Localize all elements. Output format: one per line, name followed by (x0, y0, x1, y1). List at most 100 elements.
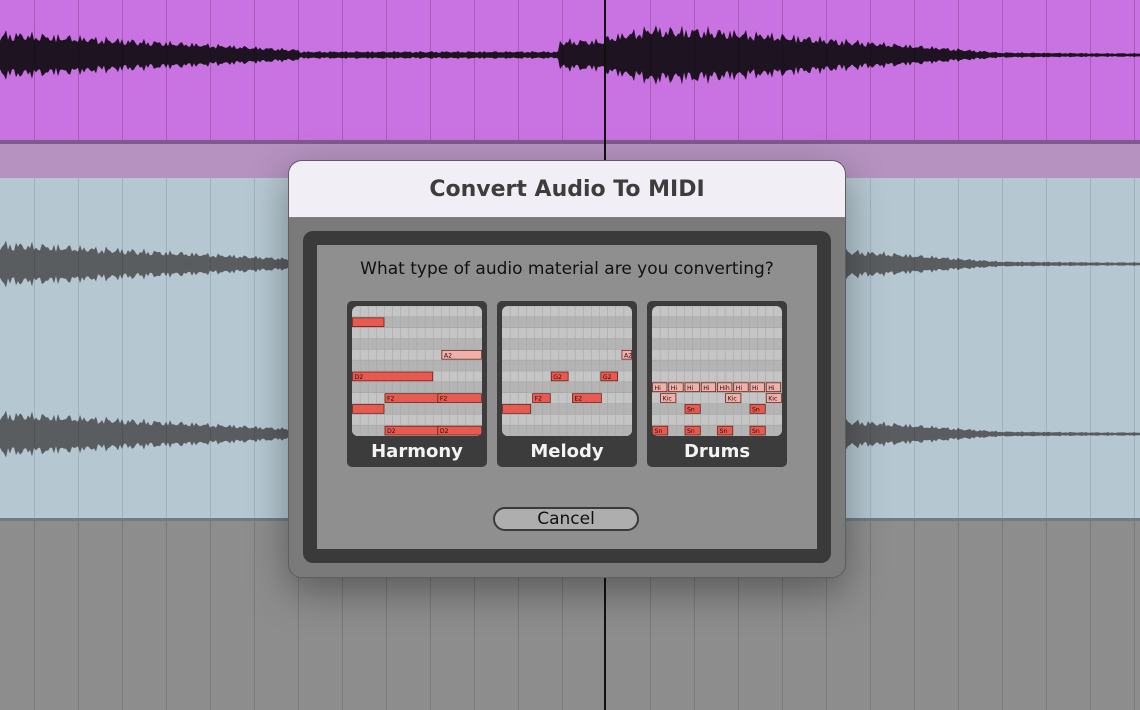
midi-note: Sn (749, 404, 766, 414)
svg-text:Sn: Sn (655, 428, 663, 435)
grid-line (254, 178, 255, 520)
grid-line (958, 178, 959, 520)
grid-line (1134, 521, 1135, 710)
grid-line (1002, 0, 1003, 140)
svg-text:Kic: Kic (663, 396, 673, 403)
svg-text:Kic: Kic (728, 396, 738, 403)
midi-note: Hi (733, 382, 749, 393)
melody-option-button[interactable]: A2 G2 G2 F2 E2 Melody (497, 301, 637, 467)
midi-note: Hi (668, 382, 684, 393)
svg-text:D2: D2 (440, 428, 449, 435)
midi-note: G2 (600, 371, 619, 382)
grid-line (34, 521, 35, 710)
grid-line (1134, 0, 1135, 140)
midi-note: F2 (532, 393, 551, 403)
midi-note: D2 (352, 371, 434, 382)
svg-text:Hi: Hi (736, 385, 743, 392)
svg-text:F2: F2 (387, 396, 395, 403)
grid-line (914, 0, 915, 140)
midi-note: Sn (684, 404, 701, 414)
grid-line (1090, 0, 1091, 140)
grid-line (166, 178, 167, 520)
melody-label: Melody (530, 441, 604, 462)
midi-note: F2 (437, 393, 482, 403)
midi-note: Hi (684, 382, 700, 393)
harmony-option-button[interactable]: A2 D2 F2 F2 D2 D2 Harmony (347, 301, 487, 467)
midi-note: E2 (572, 393, 602, 403)
grid-line (738, 0, 739, 140)
svg-text:F2: F2 (535, 396, 543, 403)
grid-line (870, 521, 871, 710)
grid-line (122, 0, 123, 140)
drums-option-button[interactable]: Hi Hi Hi Hi Hih Hi Hi Hi Kic Kic Kic Sn Sn Sn Sn Sn Sn D… (647, 301, 787, 467)
midi-note: Kic (660, 393, 677, 403)
midi-note: Sn (684, 425, 701, 436)
svg-text:D2: D2 (355, 374, 364, 381)
grid-line (1046, 521, 1047, 710)
grid-line (826, 0, 827, 140)
svg-text:A2: A2 (444, 352, 452, 359)
harmony-label: Harmony (371, 441, 463, 462)
grid-line (254, 0, 255, 140)
svg-text:Hi: Hi (703, 385, 710, 392)
drums-piano-roll-icon: Hi Hi Hi Hi Hih Hi Hi HiKic Kic KicSn SnSn Sn Sn Sn (652, 306, 782, 436)
svg-text:Hi: Hi (671, 385, 678, 392)
dialog-titlebar: Convert Audio To MIDI (289, 161, 845, 218)
grid-line (122, 521, 123, 710)
convert-audio-to-midi-dialog: Convert Audio To MIDI What type of audio… (288, 160, 846, 578)
midi-note: Hi (652, 382, 668, 393)
svg-text:Sn: Sn (720, 428, 728, 435)
audio-track-purple[interactable] (0, 0, 1140, 140)
midi-note: D2 (384, 425, 442, 436)
dialog-frame: What type of audio material are you conv… (303, 231, 831, 563)
grid-line (518, 0, 519, 140)
grid-line (298, 0, 299, 140)
midi-note: Sn (717, 425, 734, 436)
grid-line (1090, 521, 1091, 710)
grid-line (166, 0, 167, 140)
midi-note: Kic (725, 393, 742, 403)
svg-text:Hi: Hi (687, 385, 694, 392)
grid-line (914, 178, 915, 520)
grid-line (430, 0, 431, 140)
grid-line (1090, 178, 1091, 520)
cancel-button[interactable]: Cancel (493, 507, 639, 531)
midi-note: Hi (749, 382, 765, 393)
svg-text:F2: F2 (440, 396, 448, 403)
drums-label: Drums (683, 441, 751, 462)
grid-line (1134, 178, 1135, 520)
midi-note: Sn (652, 425, 669, 436)
svg-text:Hi: Hi (752, 385, 759, 392)
midi-note: D2 (437, 425, 482, 436)
midi-note: Kic (765, 393, 782, 403)
grid-line (1002, 178, 1003, 520)
midi-note: G2 (550, 371, 569, 382)
midi-note (352, 404, 385, 414)
svg-text:D2: D2 (387, 428, 396, 435)
grid-line (78, 521, 79, 710)
grid-line (254, 521, 255, 710)
grid-line (958, 0, 959, 140)
grid-line (694, 0, 695, 140)
grid-line (34, 0, 35, 140)
dialog-content: What type of audio material are you conv… (317, 245, 817, 549)
svg-text:Hi: Hi (768, 385, 775, 392)
grid-line (78, 178, 79, 520)
grid-line (870, 0, 871, 140)
midi-note: Hi (765, 382, 782, 393)
midi-note: Hih (717, 382, 733, 393)
midi-note: Sn (749, 425, 766, 436)
grid-line (342, 0, 343, 140)
melody-piano-roll-icon: A2 G2 G2 F2 E2 (502, 306, 632, 436)
grid-line (210, 521, 211, 710)
svg-text:Kic: Kic (768, 396, 778, 403)
svg-text:G2: G2 (603, 374, 612, 381)
svg-text:Sn: Sn (687, 407, 695, 414)
midi-note (502, 404, 532, 414)
grid-line (650, 0, 651, 140)
midi-note: A2 (441, 349, 482, 360)
grid-line (122, 178, 123, 520)
waveform-purple (0, 25, 1140, 85)
midi-note: A2 (621, 349, 632, 360)
svg-text:Hih: Hih (720, 385, 730, 392)
